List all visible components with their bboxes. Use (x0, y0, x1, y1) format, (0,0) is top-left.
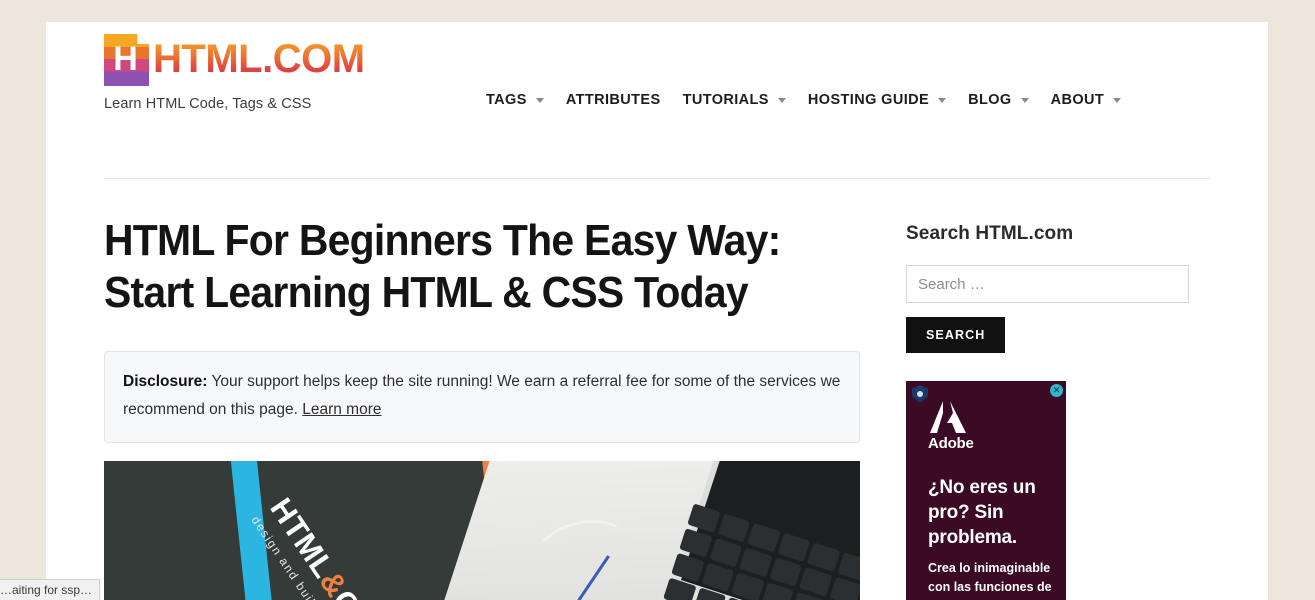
chevron-down-icon (938, 97, 947, 103)
browser-status-bubble: …aiting for ssp… (0, 579, 101, 600)
adchoices-icon[interactable] (912, 385, 928, 403)
page-title: HTML For Beginners The Easy Way: Start L… (104, 216, 781, 317)
nav-item-label: ABOUT (1050, 92, 1105, 108)
advertisement[interactable]: ✕ Adobe ¿No eres un pro? Sin problema. C… (906, 381, 1066, 600)
nav-item-label: BLOG (968, 92, 1012, 108)
site-tagline: Learn HTML Code, Tags & CSS (104, 96, 312, 112)
ad-headline: ¿No eres un pro? Sin problema. (928, 477, 1036, 548)
nav-item-label: ATTRIBUTES (565, 92, 661, 108)
chevron-down-icon (1020, 97, 1029, 103)
nav-item-tutorials[interactable]: TUTORIALS (683, 92, 786, 108)
nav-item-label: TAGS (486, 92, 527, 108)
nav-item-blog[interactable]: BLOG (968, 92, 1029, 108)
search-widget-title: Search HTML.com (906, 223, 1074, 244)
nav-item-label: TUTORIALS (682, 92, 769, 108)
main-navigation: TAGS ATTRIBUTES TUTORIALS HOSTING GUIDE … (486, 92, 1122, 108)
content-area: HTML For Beginners The Easy Way: Start L… (46, 179, 1268, 600)
disclosure-label: Disclosure: (123, 373, 208, 390)
ad-body-text: Crea lo inimaginable con las funciones d… (928, 561, 1053, 600)
nav-item-label: HOSTING GUIDE (807, 92, 930, 108)
ad-brand-name: Adobe (928, 435, 974, 452)
close-icon[interactable]: ✕ (1050, 384, 1063, 397)
site-header: H HTML.COM Learn HTML Code, Tags & CSS T… (46, 22, 1268, 179)
nav-item-attributes[interactable]: ATTRIBUTES (566, 92, 661, 108)
nav-item-about[interactable]: ABOUT (1051, 92, 1122, 108)
search-form: SEARCH (906, 265, 1194, 353)
featured-image: HTML&CSS design and build websites (104, 461, 860, 600)
document-icon: H (104, 34, 149, 86)
search-button[interactable]: SEARCH (906, 317, 1006, 353)
logo-row: H HTML.COM (104, 34, 365, 86)
adobe-logo-icon (928, 399, 968, 435)
logo-letter: H (113, 39, 138, 78)
nav-item-tags[interactable]: TAGS (486, 92, 544, 108)
nav-item-hosting-guide[interactable]: HOSTING GUIDE (807, 92, 947, 108)
sidebar: Search HTML.com SEARCH ✕ Adobe ¿No eres … (906, 179, 1194, 600)
search-input[interactable] (906, 265, 1189, 303)
learn-more-link[interactable]: Learn more (302, 401, 381, 418)
chevron-down-icon (777, 97, 786, 103)
chevron-down-icon (1113, 97, 1122, 103)
chevron-down-icon (535, 97, 544, 103)
site-wordmark: HTML.COM (153, 34, 365, 84)
disclosure-notice: Disclosure: Your support helps keep the … (104, 351, 860, 443)
page-canvas: H HTML.COM Learn HTML Code, Tags & CSS T… (46, 22, 1268, 600)
site-brand[interactable]: H HTML.COM Learn HTML Code, Tags & CSS (104, 34, 365, 112)
main-column: HTML For Beginners The Easy Way: Start L… (104, 179, 860, 600)
disclosure-text: Your support helps keep the site running… (123, 373, 841, 418)
